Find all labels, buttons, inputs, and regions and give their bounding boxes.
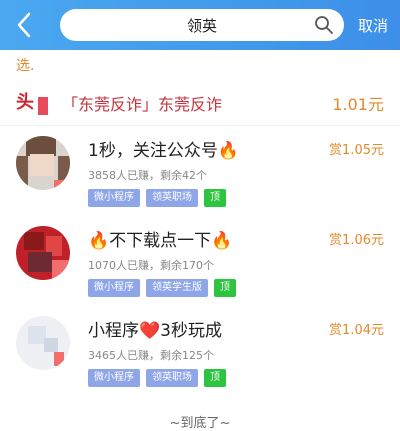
tag: 领英学生版 <box>146 279 208 297</box>
search-icon[interactable] <box>314 15 334 35</box>
task-item[interactable]: 1秒，关注公众号🔥 赏1.05元 3858人已赚，剩余42个 微小程序 领英职场… <box>0 126 400 216</box>
task-head: 小程序❤️3秒玩成 赏1.04元 <box>88 316 384 341</box>
chevron-left-icon <box>17 12 31 38</box>
tag: 领英职场 <box>146 369 198 387</box>
task-title: 小程序❤️3秒玩成 <box>88 321 222 341</box>
task-body: 1秒，关注公众号🔥 赏1.05元 3858人已赚，剩余42个 微小程序 领英职场… <box>88 136 384 207</box>
tag-top: 顶 <box>214 279 236 297</box>
task-tags: 微小程序 领英职场 顶 <box>88 369 384 387</box>
task-head: 🔥不下载点一下🔥 赏1.06元 <box>88 226 384 251</box>
promo-logo-mark <box>38 96 48 115</box>
promo-logo: 头 <box>16 91 48 115</box>
task-meta: 1070人已赚，剩余170个 <box>88 259 214 272</box>
back-button[interactable] <box>8 8 42 42</box>
avatar <box>16 316 70 370</box>
section-tip: 选. <box>16 58 35 74</box>
task-item[interactable]: 🔥不下载点一下🔥 赏1.06元 1070人已赚，剩余170个 微小程序 领英学生… <box>0 216 400 306</box>
search-value: 领英 <box>186 16 217 35</box>
search-input[interactable]: 领英 <box>60 9 344 41</box>
task-item[interactable]: 小程序❤️3秒玩成 赏1.04元 3465人已赚，剩余125个 微小程序 领英职… <box>0 306 400 396</box>
task-meta: 3465人已赚，剩余125个 <box>88 349 214 362</box>
tag: 领英职场 <box>146 189 198 207</box>
promo-row[interactable]: 头 「东莞反诈」东莞反诈 1.01元 <box>0 80 400 126</box>
task-head: 1秒，关注公众号🔥 赏1.05元 <box>88 136 384 161</box>
promo-logo-text: 头 <box>16 91 34 113</box>
end-of-list: ~到底了~ <box>169 416 231 431</box>
tag: 微小程序 <box>88 189 140 207</box>
tag-top: 顶 <box>204 189 226 207</box>
task-title: 🔥不下载点一下🔥 <box>88 231 233 251</box>
promo-title: 「东莞反诈」东莞反诈 <box>62 94 223 114</box>
top-bar: 领英 取消 <box>0 0 400 50</box>
task-reward: 赏1.05元 <box>329 143 384 158</box>
task-reward: 赏1.06元 <box>329 233 384 248</box>
task-reward: 赏1.04元 <box>329 323 384 338</box>
task-body: 🔥不下载点一下🔥 赏1.06元 1070人已赚，剩余170个 微小程序 领英学生… <box>88 226 384 297</box>
tag: 微小程序 <box>88 279 140 297</box>
avatar <box>16 136 70 190</box>
task-title: 1秒，关注公众号🔥 <box>88 141 239 161</box>
cancel-button[interactable]: 取消 <box>354 15 392 36</box>
task-tags: 微小程序 领英学生版 顶 <box>88 279 384 297</box>
tag: 微小程序 <box>88 369 140 387</box>
avatar <box>16 226 70 280</box>
promo-price: 1.01元 <box>332 94 384 114</box>
task-meta: 3858人已赚，剩余42个 <box>88 169 207 182</box>
task-body: 小程序❤️3秒玩成 赏1.04元 3465人已赚，剩余125个 微小程序 领英职… <box>88 316 384 387</box>
task-tags: 微小程序 领英职场 顶 <box>88 189 384 207</box>
tag-top: 顶 <box>204 369 226 387</box>
